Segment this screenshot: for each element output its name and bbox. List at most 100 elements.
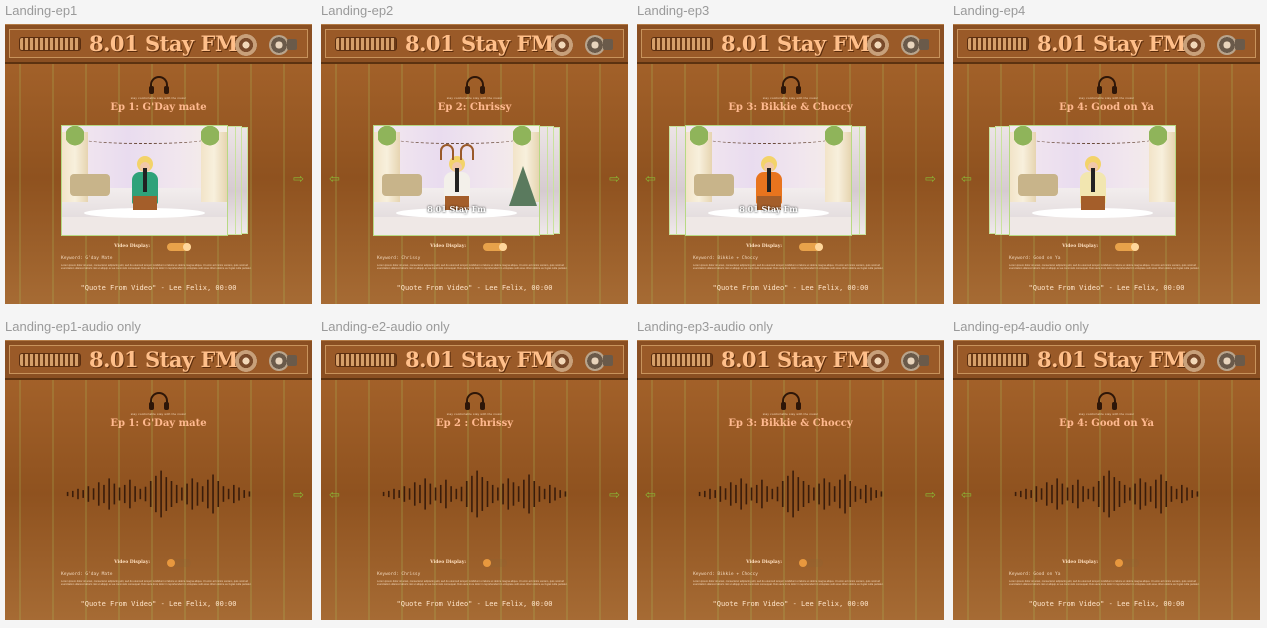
tuning-knob-icon[interactable]: [901, 35, 921, 55]
tuning-knob-icon[interactable]: [1217, 351, 1237, 371]
toggle-knob: [815, 243, 823, 251]
waveform-bar: [476, 470, 478, 518]
waveform-bar: [408, 488, 411, 500]
waveform-bar: [455, 488, 458, 500]
video-thumbnail[interactable]: 8.01 Stay Fm: [685, 125, 852, 236]
landing-frame[interactable]: 8.01 Stay FM stay comfortable stay with t…: [5, 340, 312, 620]
frame-label[interactable]: Landing-ep1: [5, 3, 77, 18]
tuning-knob-icon[interactable]: [269, 351, 289, 371]
episode-keyword: Keyword: Bikkie + Choccy: [693, 572, 759, 577]
hanging-plant: [690, 126, 708, 158]
volume-knob-icon[interactable]: [1183, 350, 1205, 372]
landing-frame[interactable]: 8.01 Stay FM stay comfortable stay with t…: [321, 340, 628, 620]
video-display-label: Video Display:: [1062, 560, 1098, 565]
frame-label[interactable]: Landing-ep4-audio only: [953, 319, 1089, 334]
hanging-plant: [378, 126, 396, 158]
waveform-bar: [502, 483, 504, 505]
video-display-toggle[interactable]: [167, 559, 191, 567]
audio-waveform: [382, 470, 567, 518]
station-name: 8.01 Stay FM: [721, 31, 870, 56]
volume-knob-icon[interactable]: [551, 350, 573, 372]
tuning-knob-icon[interactable]: [585, 351, 605, 371]
prev-arrow-icon[interactable]: ⇦: [961, 488, 972, 501]
headphones-icon: [1096, 76, 1117, 94]
volume-knob-icon[interactable]: [551, 34, 573, 56]
video-display-label: Video Display:: [746, 560, 782, 565]
audio-waveform: [1014, 470, 1199, 518]
waveform-bar: [533, 481, 536, 507]
tuning-knob-icon[interactable]: [901, 351, 921, 371]
landing-frame[interactable]: 8.01 Stay FM stay comfortable stay with t…: [5, 24, 312, 304]
waveform-bar: [139, 488, 142, 500]
waveform-bar: [113, 483, 116, 505]
landing-frame[interactable]: 8.01 Stay FM stay comfortable stay with t…: [637, 24, 944, 304]
landing-frame[interactable]: 8.01 Stay FM stay comfortable stay with t…: [953, 340, 1260, 620]
sofa: [1018, 174, 1058, 196]
video-display-toggle[interactable]: [483, 243, 507, 251]
video-display-toggle[interactable]: [799, 243, 823, 251]
prev-arrow-icon[interactable]: ⇦: [329, 172, 340, 185]
volume-knob-icon[interactable]: [235, 350, 257, 372]
waveform-bar: [486, 481, 489, 507]
episode-title: Ep 4: Good on Ya: [1059, 418, 1154, 429]
toggle-knob: [1131, 243, 1139, 251]
next-arrow-icon[interactable]: ⇨: [925, 488, 936, 501]
prev-arrow-icon[interactable]: ⇦: [645, 172, 656, 185]
waveform-bar: [439, 484, 442, 504]
next-arrow-icon[interactable]: ⇨: [925, 172, 936, 185]
waveform-bar: [735, 484, 737, 504]
waveform-bar: [413, 482, 416, 506]
tuning-knob-icon[interactable]: [585, 35, 605, 55]
floor: [686, 217, 851, 235]
next-arrow-icon[interactable]: ⇨: [609, 488, 620, 501]
video-thumbnail[interactable]: 8.01 Stay Fm: [373, 125, 540, 236]
floor: [374, 217, 539, 235]
waveform-bar: [1149, 486, 1152, 502]
waveform-bar: [719, 486, 722, 502]
waveform-bar: [1045, 482, 1048, 506]
tagline: stay comfortable stay with the music: [1078, 96, 1135, 100]
landing-frame[interactable]: 8.01 Stay FM stay comfortable stay with t…: [953, 24, 1260, 304]
volume-knob-icon[interactable]: [235, 34, 257, 56]
next-arrow-icon[interactable]: ⇨: [293, 172, 304, 185]
next-arrow-icon[interactable]: ⇨: [293, 488, 304, 501]
video-display-toggle[interactable]: [483, 559, 507, 567]
video-display-toggle[interactable]: [1115, 559, 1139, 567]
video-thumbnail[interactable]: [61, 125, 228, 236]
video-display-toggle[interactable]: [799, 559, 823, 567]
tuning-knob-icon[interactable]: [1217, 35, 1237, 55]
knob-handle-icon: [603, 355, 613, 366]
next-arrow-icon[interactable]: ⇨: [609, 172, 620, 185]
prev-arrow-icon[interactable]: ⇦: [645, 488, 656, 501]
episode-quote: "Quote From Video" - Lee Felix, 00:00: [80, 284, 237, 292]
volume-knob-icon[interactable]: [867, 34, 889, 56]
frame-label[interactable]: Landing-ep4: [953, 3, 1025, 18]
waveform-bar: [424, 478, 426, 510]
waveform-bar: [434, 487, 437, 501]
prev-arrow-icon[interactable]: ⇦: [329, 488, 340, 501]
video-display-toggle[interactable]: [1115, 243, 1139, 251]
knob-handle-icon: [1235, 39, 1245, 50]
waveform-bar: [776, 486, 779, 502]
hanging-plant: [513, 126, 531, 158]
volume-knob-icon[interactable]: [867, 350, 889, 372]
video-thumbnail[interactable]: [1009, 125, 1176, 236]
tuning-knob-icon[interactable]: [269, 35, 289, 55]
waveform-bar: [97, 482, 100, 506]
station-name: 8.01 Stay FM: [89, 31, 238, 56]
volume-knob-icon[interactable]: [1183, 34, 1205, 56]
landing-frame[interactable]: 8.01 Stay FM stay comfortable stay with t…: [321, 24, 628, 304]
sofa: [694, 174, 734, 196]
frame-label[interactable]: Landing-ep3-audio only: [637, 319, 773, 334]
waveform-bar: [1108, 470, 1110, 518]
frame-label[interactable]: Landing-ep1-audio only: [5, 319, 141, 334]
video-display-toggle[interactable]: [167, 243, 191, 251]
waveform-bar: [87, 486, 90, 502]
landing-frame[interactable]: 8.01 Stay FM stay comfortable stay with t…: [637, 340, 944, 620]
waveform-bar: [865, 484, 867, 504]
waveform-bar: [1186, 487, 1188, 501]
frame-label[interactable]: Landing-ep3: [637, 3, 709, 18]
prev-arrow-icon[interactable]: ⇦: [961, 172, 972, 185]
frame-label[interactable]: Landing-ep2: [321, 3, 393, 18]
frame-label[interactable]: Landing-e2-audio only: [321, 319, 450, 334]
